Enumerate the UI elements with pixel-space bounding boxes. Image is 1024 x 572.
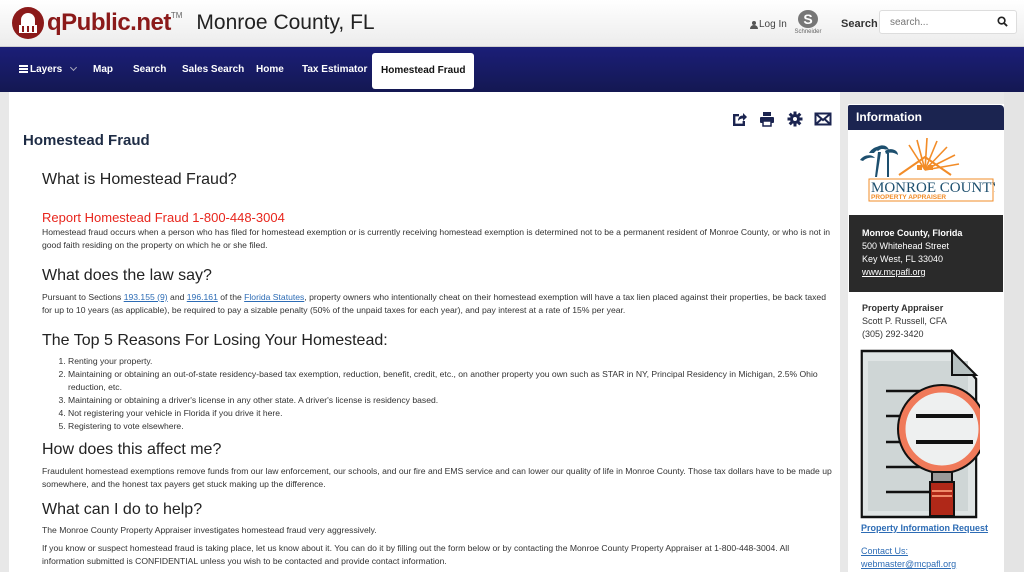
capitol-logo-icon [12,7,44,39]
share-icon[interactable] [730,110,748,128]
office-website-link[interactable]: www.mcpafl.org [862,267,926,277]
appraiser-title: Property Appraiser [862,303,944,313]
svg-text:PROPERTY APPRAISER: PROPERTY APPRAISER [871,194,946,201]
statute-link-193-155[interactable]: 193.155 (9) [124,292,168,302]
heading-top-5: The Top 5 Reasons For Losing Your Homest… [42,332,388,349]
brand-name: qPublic.net [47,9,171,36]
search-box [879,10,1017,34]
help-text-1: The Monroe County Property Appraiser inv… [42,525,377,535]
mail-icon[interactable] [814,110,832,128]
page-title: Homestead Fraud [23,132,150,149]
property-information-request-link[interactable]: Property Information Request [861,523,988,533]
contact-us: Contact Us: webmaster@mcpafl.org [861,545,956,571]
document-magnifier-icon[interactable] [860,349,980,521]
user-icon [750,20,758,29]
gear-icon[interactable] [786,110,804,128]
login-link[interactable]: Log In [750,19,787,30]
nav-layers[interactable]: Layers [19,47,78,92]
appraiser-name: Scott P. Russell, CFA [862,316,947,326]
nav-tax-estimator[interactable]: Tax Estimator [302,47,367,92]
contact-email-link[interactable]: webmaster@mcpafl.org [861,558,956,571]
trademark: TM [170,11,183,20]
page-toolbar [730,110,832,128]
schneider-label: Schneider [794,29,822,35]
schneider-icon: S [798,10,818,28]
search-input[interactable] [880,11,990,33]
what-is-text: Homestead fraud occurs when a person who… [42,227,831,250]
list-item: Not registering your vehicle in Florida … [68,407,832,420]
list-item: Maintaining or obtaining an out-of-state… [68,368,832,394]
heading-affect: How does this affect me? [42,441,222,458]
nav-search[interactable]: Search [133,47,166,92]
report-fraud-hotline: Report Homestead Fraud 1-800-448-3004 [42,210,285,225]
list-item: Renting your property. [68,355,832,368]
search-label: Search [841,18,878,30]
nav-home[interactable]: Home [256,47,284,92]
schneider-logo[interactable]: S Schneider [792,10,824,38]
sidebar-heading: Information [848,105,1004,130]
nav-homestead-fraud[interactable]: Homestead Fraud [372,53,475,89]
list-item: Registering to vote elsewhere. [68,420,832,433]
chevron-down-icon [70,63,78,72]
monroe-county-logo: MONROE COUNTY PROPERTY APPRAISER [860,137,995,202]
right-gutter [1004,92,1024,572]
county-title: Monroe County, FL [196,11,375,34]
reasons-list: Renting your property. Maintaining or ob… [68,355,832,433]
heading-what-is: What is Homestead Fraud? [42,171,237,188]
office-city: Key West, FL 33040 [862,254,944,264]
article-content: What is Homestead Fraud? Report Homestea… [42,170,832,568]
heading-help: What can I do to help? [42,501,203,518]
top-header: qPublic.net TM Monroe County, FL Log In … [0,0,1024,47]
qpublic-logo[interactable]: qPublic.net TM Monroe County, FL [12,7,375,39]
appraiser-info: Property Appraiser Scott P. Russell, CFA… [862,302,947,341]
office-name: Monroe County, Florida [862,228,963,238]
nav-map[interactable]: Map [93,47,113,92]
appraiser-phone: (305) 292-3420 [862,329,924,339]
main-nav: Layers Map Search Sales Search Home Tax … [0,47,1024,92]
heading-law: What does the law say? [42,267,212,284]
nav-sales-search[interactable]: Sales Search [182,47,244,92]
florida-statutes-link[interactable]: Florida Statutes [244,292,304,302]
print-icon[interactable] [758,110,776,128]
office-street: 500 Whitehead Street [862,241,950,251]
login-label: Log In [759,19,787,30]
help-text-2: If you know or suspect homestead fraud i… [42,543,790,566]
search-icon[interactable] [997,16,1008,27]
statute-link-196-161[interactable]: 196.161 [187,292,218,302]
law-text: Pursuant to Sections 193.155 (9) and 196… [42,292,826,315]
office-address-box: Monroe County, Florida 500 Whitehead Str… [849,215,1003,292]
affect-text: Fraudulent homestead exemptions remove f… [42,466,832,489]
contact-label[interactable]: Contact Us: [861,545,956,558]
list-item: Maintaining or obtaining a driver's lice… [68,394,832,407]
layers-icon [19,65,28,73]
